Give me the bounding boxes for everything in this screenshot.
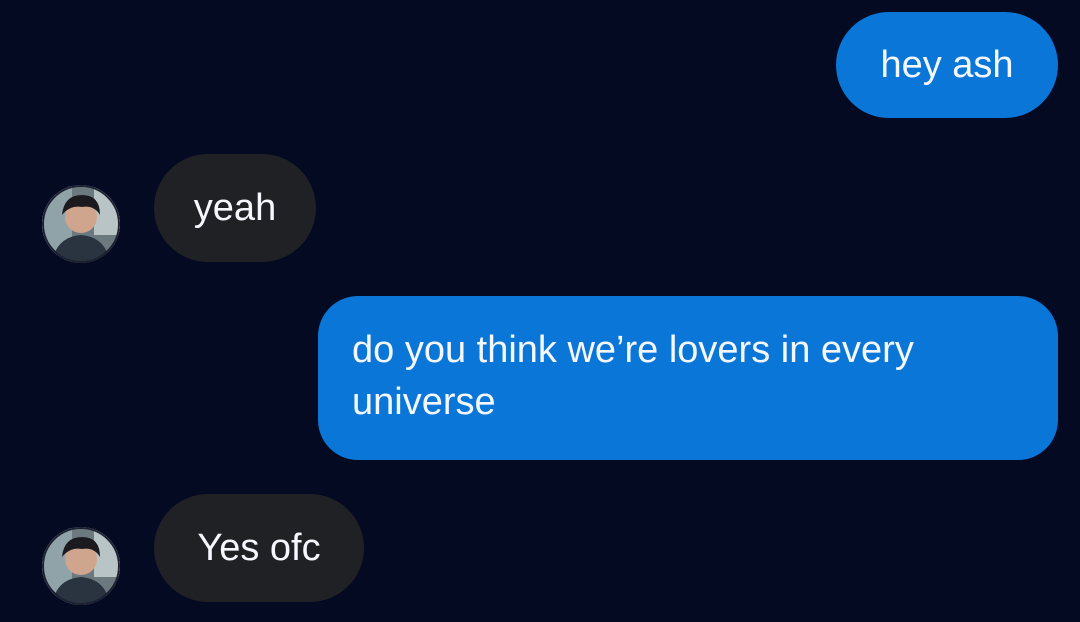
contact-avatar[interactable]: [42, 185, 120, 263]
contact-avatar[interactable]: [42, 527, 120, 605]
message-text: hey ash: [880, 44, 1014, 86]
incoming-message-bubble[interactable]: Yes ofc: [154, 494, 364, 602]
user-avatar-icon: [42, 527, 120, 605]
outgoing-message-bubble[interactable]: hey ash: [836, 12, 1058, 118]
message-text: do you think we’re lovers in every unive…: [352, 329, 914, 423]
incoming-message-bubble[interactable]: yeah: [154, 154, 316, 262]
message-text: yeah: [193, 187, 277, 229]
user-avatar-icon: [42, 185, 120, 263]
message-thread: hey ash yeah do you think we’re lovers i…: [0, 0, 1080, 622]
outgoing-message-bubble[interactable]: do you think we’re lovers in every unive…: [318, 296, 1058, 460]
message-text: Yes ofc: [197, 527, 321, 569]
